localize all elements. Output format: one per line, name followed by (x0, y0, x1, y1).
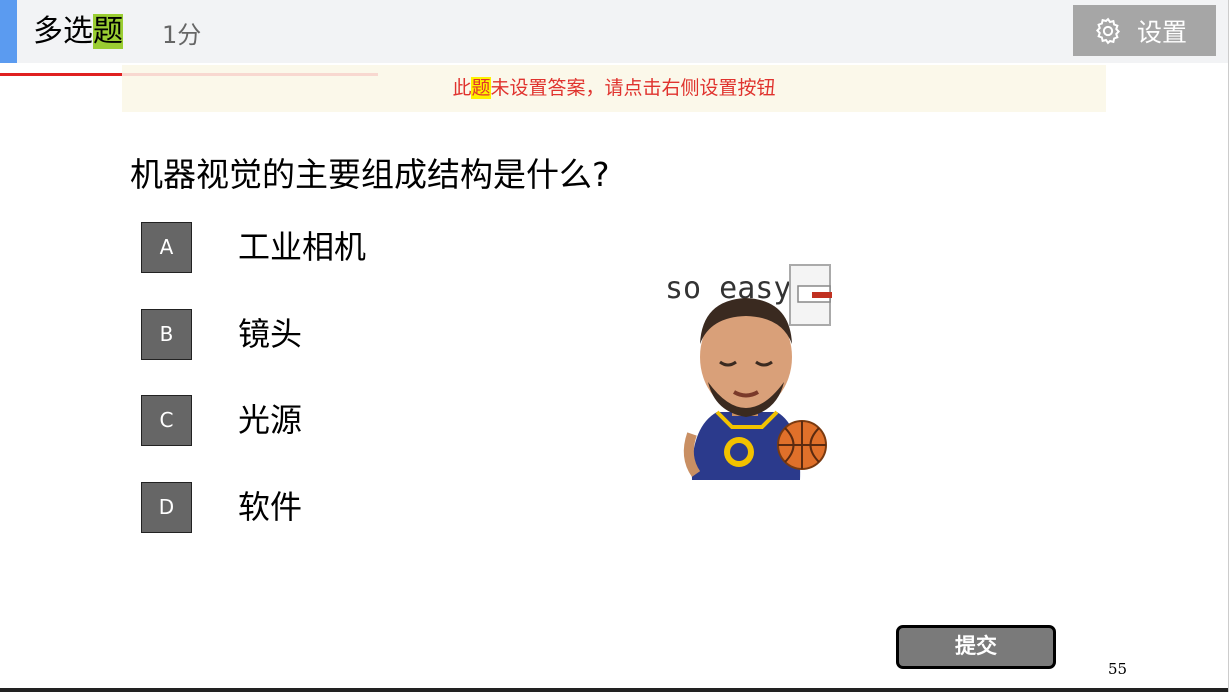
option-label: 工业相机 (238, 228, 367, 266)
submit-button[interactable]: 提交 (896, 625, 1056, 669)
question-type-label: 多选题 (33, 13, 123, 51)
cartoon-illustration: so easy (665, 264, 832, 480)
option-label: 软件 (238, 488, 303, 526)
progress-line-active (0, 73, 122, 76)
question-type-highlight: 题 (93, 14, 123, 49)
option-letter-box[interactable]: B (141, 309, 192, 360)
option-c[interactable]: C 光源 (141, 395, 501, 449)
option-letter-box[interactable]: A (141, 222, 192, 273)
progress-line-track (122, 73, 378, 76)
settings-label: 设置 (1137, 17, 1188, 47)
option-b[interactable]: B 镜头 (141, 309, 501, 363)
settings-button[interactable]: 设置 (1073, 5, 1216, 56)
question-type-prefix: 多选 (33, 14, 93, 49)
option-d[interactable]: D 软件 (141, 482, 501, 536)
option-letter-box[interactable]: C (141, 395, 192, 446)
notice-text-2: 未设置答案，请点击右侧设置按钮 (490, 77, 776, 99)
question-score: 1分 (162, 21, 202, 49)
header-bar: 多选题 1分 设置 (0, 0, 1229, 63)
bottom-divider (0, 688, 1229, 692)
illustration-caption: so easy (665, 271, 791, 306)
page-number: 55 (1108, 660, 1128, 678)
notice-highlight: 题 (471, 77, 491, 99)
header-accent-bar (0, 0, 17, 63)
option-a[interactable]: A 工业相机 (141, 222, 501, 276)
option-letter-box[interactable]: D (141, 482, 192, 533)
notice-text-1: 此 (452, 77, 472, 99)
option-label: 镜头 (238, 315, 303, 353)
option-label: 光源 (238, 401, 303, 439)
gear-icon (1095, 17, 1121, 44)
question-text: 机器视觉的主要组成结构是什么? (130, 155, 610, 194)
